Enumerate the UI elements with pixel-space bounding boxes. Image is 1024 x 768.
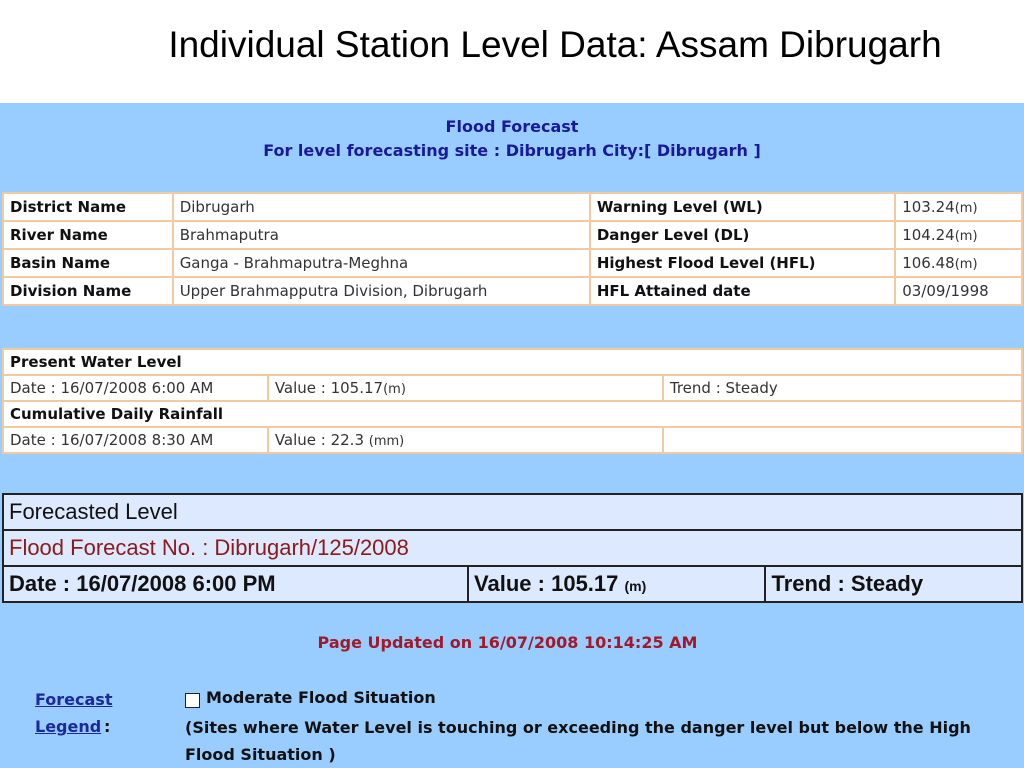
forecast-number: Flood Forecast No. : Dibrugarh/125/2008 [2, 529, 1023, 567]
station-info-table: District Name Dibrugarh Warning Level (W… [2, 192, 1023, 306]
unit-label: (m) [624, 578, 647, 594]
table-row: Date : 16/07/2008 6:00 AM Value : 105.17… [2, 374, 1024, 402]
table-row: Cumulative Daily Rainfall [2, 400, 1023, 428]
rainfall-title: Cumulative Daily Rainfall [2, 400, 1023, 428]
table-row: Date : 16/07/2008 6:00 PM Value : 105.17… [1, 565, 1023, 603]
danger-level-label: Danger Level (DL) [588, 220, 897, 250]
unit-label: (mm) [368, 434, 405, 449]
legend-item-description: (Sites where Water Level is touching or … [185, 718, 971, 764]
unit-label: (m) [954, 201, 978, 216]
rainfall-empty-cell [661, 426, 1024, 454]
hfl-number: 106.48 [902, 254, 955, 272]
value-prefix: Value : [274, 379, 331, 397]
forecast-title: Flood Forecast [445, 117, 579, 136]
rainfall-date: Date : 16/07/2008 8:30 AM [2, 426, 269, 454]
river-name-label: River Name [2, 220, 174, 250]
warning-level-number: 103.24 [902, 198, 955, 216]
unit-label: (m) [954, 229, 978, 244]
table-row: Present Water Level [2, 348, 1023, 376]
warning-level-label: Warning Level (WL) [588, 192, 897, 222]
hfl-value: 106.48(m) [894, 248, 1023, 278]
hfl-date-value: 03/09/1998 [894, 276, 1023, 306]
hfl-label: Highest Flood Level (HFL) [588, 248, 897, 278]
hfl-date-label: HFL Attained date [588, 276, 897, 306]
division-name-label: Division Name [2, 276, 174, 306]
unit-label: (m) [954, 257, 978, 272]
present-date: Date : 16/07/2008 6:00 AM [2, 374, 269, 402]
forecast-value-number: 105.17 [551, 571, 619, 596]
forecast-legend-link-line2[interactable]: Legend [35, 717, 101, 736]
district-name-value: Dibrugarh [171, 192, 591, 222]
table-row: Division Name Upper Brahmapputra Divisio… [2, 276, 1023, 306]
forecast-legend-link[interactable]: Forecast [35, 690, 112, 709]
rainfall-value-number: 22.3 [330, 431, 364, 449]
district-name-label: District Name [2, 192, 174, 222]
forecast-header: Flood Forecast For level forecasting sit… [0, 115, 1024, 163]
present-water-level-title: Present Water Level [2, 348, 1023, 376]
legend-swatch-icon [185, 693, 200, 708]
flood-forecast-panel: Flood Forecast For level forecasting sit… [0, 103, 1024, 768]
page-updated-timestamp: Page Updated on 16/07/2008 10:14:25 AM [317, 633, 698, 652]
warning-level-value: 103.24(m) [894, 192, 1023, 222]
forecast-value: Value : 105.17 (m) [467, 565, 767, 603]
forecast-site: For level forecasting site : Dibrugarh C… [263, 141, 761, 160]
river-name-value: Brahmaputra [171, 220, 591, 250]
table-row: District Name Dibrugarh Warning Level (W… [2, 192, 1023, 222]
present-value: Value : 105.17(m) [266, 374, 664, 402]
present-level-table: Present Water Level Date : 16/07/2008 6:… [2, 348, 1024, 454]
basin-name-value: Ganga - Brahmaputra-Meghna [171, 248, 591, 278]
slide-title: Individual Station Level Data: Assam Dib… [168, 24, 942, 65]
table-row: Basin Name Ganga - Brahmaputra-Meghna Hi… [2, 248, 1023, 278]
present-trend: Trend : Steady [661, 374, 1024, 402]
rainfall-value: Value : 22.3 (mm) [266, 426, 664, 454]
table-row: Flood Forecast No. : Dibrugarh/125/2008 [2, 529, 1023, 567]
hfl-date: 03/09/1998 [902, 282, 989, 300]
value-prefix: Value : [474, 571, 552, 596]
forecast-date: Date : 16/07/2008 6:00 PM [1, 565, 470, 603]
forecasted-level-table: Forecasted Level Flood Forecast No. : Di… [1, 493, 1023, 603]
legend-colon: : [104, 717, 111, 736]
danger-level-number: 104.24 [902, 226, 955, 244]
danger-level-value: 104.24(m) [894, 220, 1023, 250]
forecasted-level-title: Forecasted Level [2, 493, 1023, 531]
present-value-number: 105.17 [330, 379, 384, 397]
table-row: Forecasted Level [2, 493, 1023, 531]
value-prefix: Value : [274, 431, 331, 449]
table-row: River Name Brahmaputra Danger Level (DL)… [2, 220, 1023, 250]
division-name-value: Upper Brahmapputra Division, Dibrugarh [171, 276, 591, 306]
forecast-trend: Trend : Steady [764, 565, 1023, 603]
basin-name-label: Basin Name [2, 248, 174, 278]
legend-item-title: Moderate Flood Situation [206, 688, 436, 707]
unit-label: (m) [383, 382, 406, 397]
table-row: Date : 16/07/2008 8:30 AM Value : 22.3 (… [2, 426, 1024, 454]
